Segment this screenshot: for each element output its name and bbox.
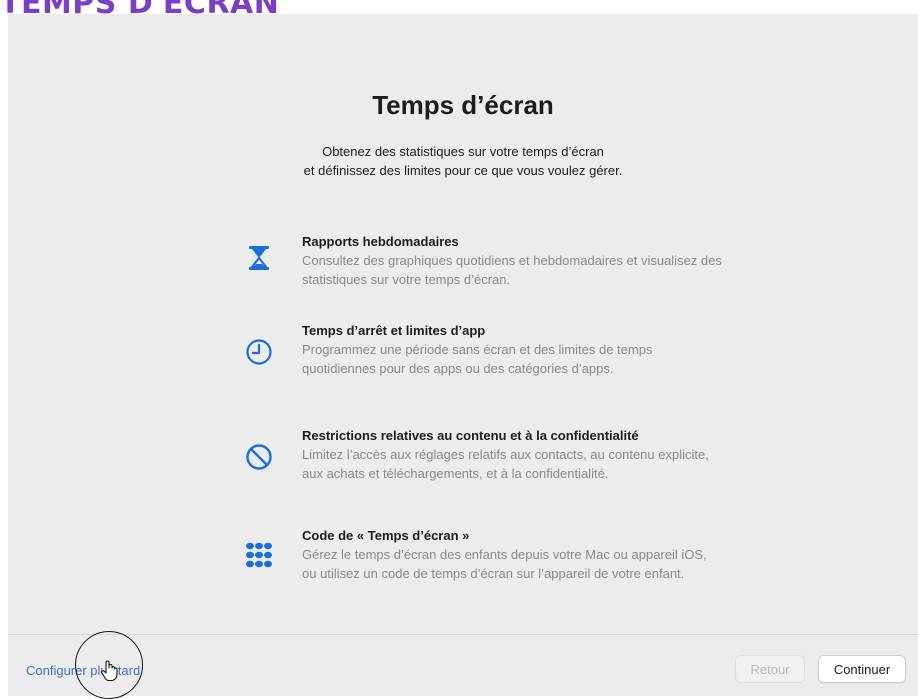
feature-title: Rapports hebdomadaires	[302, 234, 459, 249]
back-button[interactable]: Retour	[735, 655, 805, 683]
feature-description: Programmez une période sans écran et des…	[302, 342, 653, 376]
feature-title: Temps d’arrêt et limites d’app	[302, 323, 486, 338]
screen-time-window: Temps d’écran Obtenez des statistiques s…	[8, 14, 918, 699]
hand-pointer-icon	[101, 660, 118, 682]
continue-button[interactable]: Continuer	[818, 655, 906, 683]
feature-title: Code de « Temps d’écran »	[302, 528, 470, 543]
feature-description: Limitez l’accès aux réglages relatifs au…	[302, 447, 709, 481]
subtitle-line-1: Obtenez des statistiques sur votre temps…	[322, 144, 604, 159]
feature-description: Gérez le temps d’écran des enfants depui…	[302, 547, 707, 581]
restriction-icon	[246, 444, 272, 470]
page-title: Temps d’écran	[372, 90, 554, 120]
page-subtitle: Obtenez des statistiques sur votre temps…	[8, 142, 918, 180]
feature-description: Consultez des graphiques quotidiens et h…	[302, 253, 722, 287]
clock-icon	[246, 339, 272, 365]
passcode-keypad-icon	[246, 542, 272, 568]
footer-divider	[8, 634, 918, 635]
subtitle-line-2: et définissez des limites pour ce que vo…	[303, 163, 623, 178]
hourglass-icon	[249, 246, 269, 270]
feature-title: Restrictions relatives au contenu et à l…	[302, 428, 639, 443]
